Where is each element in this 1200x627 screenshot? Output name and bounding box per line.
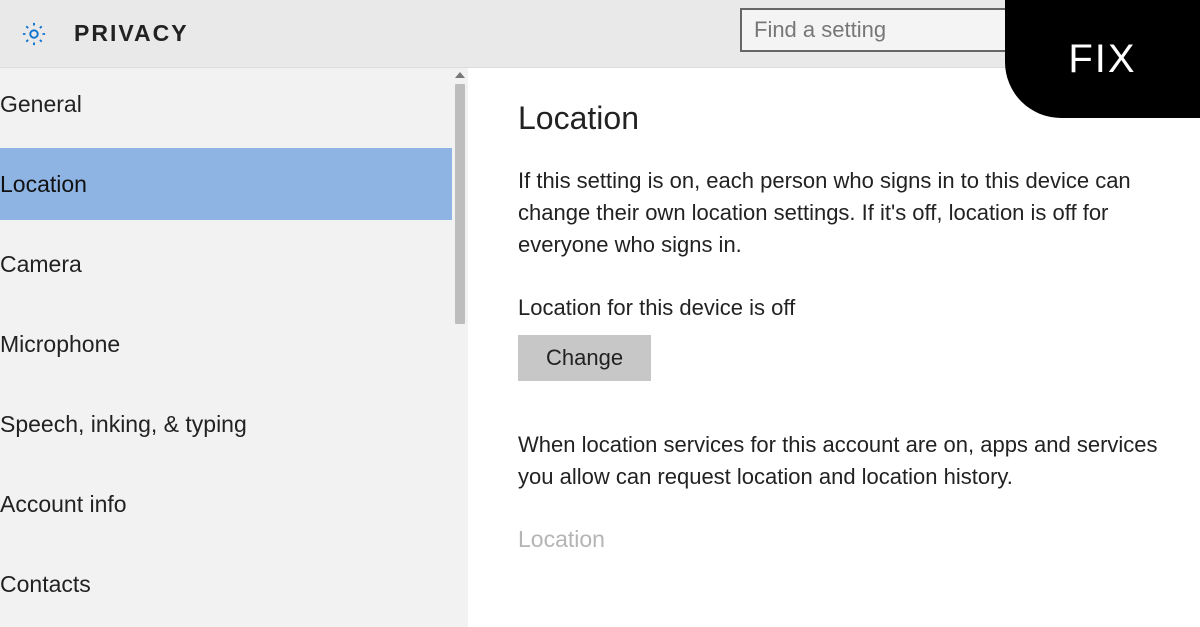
location-status: Location for this device is off — [518, 295, 1188, 321]
sidebar-item-label: Contacts — [0, 571, 91, 598]
sidebar-scrollbar[interactable] — [452, 68, 468, 627]
fix-badge: FIX — [1005, 0, 1200, 118]
sidebar-item-general[interactable]: General — [0, 68, 468, 140]
sidebar-item-speech-inking-typing[interactable]: Speech, inking, & typing — [0, 388, 468, 460]
body-layout: General Location Camera Microphone Speec… — [0, 68, 1200, 627]
sidebar-item-label: General — [0, 91, 82, 118]
sidebar-item-microphone[interactable]: Microphone — [0, 308, 468, 380]
search-input[interactable] — [740, 8, 1010, 52]
sidebar-item-label: Microphone — [0, 331, 120, 358]
sidebar-item-contacts[interactable]: Contacts — [0, 548, 468, 620]
page-title: PRIVACY — [74, 20, 189, 47]
sidebar-item-label: Speech, inking, & typing — [0, 411, 247, 438]
sidebar-item-label: Camera — [0, 251, 82, 278]
sidebar-item-location[interactable]: Location — [0, 148, 468, 220]
scroll-thumb[interactable] — [455, 84, 465, 324]
search-container — [740, 8, 1010, 52]
location-description: If this setting is on, each person who s… — [518, 165, 1178, 261]
change-button[interactable]: Change — [518, 335, 651, 381]
location-toggle-label-disabled: Location — [518, 526, 1188, 553]
gear-icon — [20, 20, 48, 48]
sidebar-item-camera[interactable]: Camera — [0, 228, 468, 300]
sidebar: General Location Camera Microphone Speec… — [0, 68, 468, 627]
sidebar-item-account-info[interactable]: Account info — [0, 468, 468, 540]
content-pane: Location If this setting is on, each per… — [468, 68, 1200, 627]
location-description-2: When location services for this account … — [518, 429, 1178, 493]
sidebar-item-label: Account info — [0, 491, 127, 518]
sidebar-item-label: Location — [0, 171, 87, 198]
scroll-up-icon — [455, 72, 465, 78]
